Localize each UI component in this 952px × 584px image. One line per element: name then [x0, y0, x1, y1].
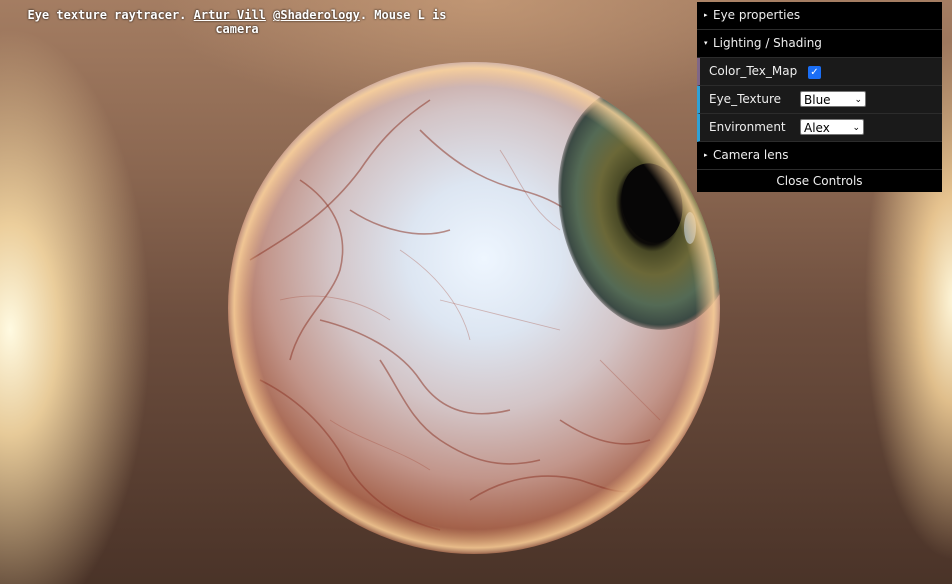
- eye-texture-select[interactable]: Blue ⌄: [800, 91, 866, 107]
- chevron-down-icon: ⌄: [854, 95, 862, 105]
- control-environment: Environment Alex ⌄: [697, 114, 942, 142]
- folder-lighting-shading-label: Lighting / Shading: [713, 36, 822, 50]
- twitter-link[interactable]: @Shaderology: [273, 8, 360, 22]
- chevron-down-icon: ⌄: [852, 123, 860, 133]
- color-tex-map-label: Color_Tex_Map: [709, 64, 798, 78]
- eye-texture-label: Eye_Texture: [709, 92, 781, 106]
- control-color-tex-map: Color_Tex_Map ✓: [697, 58, 942, 86]
- eye-texture-value: Blue: [804, 93, 831, 107]
- caption-text: Eye texture raytracer. Artur Vill @Shade…: [4, 8, 470, 36]
- environment-select[interactable]: Alex ⌄: [800, 119, 864, 135]
- collapsed-triangle-icon: ▸: [704, 11, 708, 19]
- expanded-triangle-icon: ▾: [704, 39, 708, 47]
- close-controls-button[interactable]: Close Controls: [697, 170, 942, 192]
- folder-camera-lens[interactable]: ▸ Camera lens: [697, 142, 942, 170]
- folder-lighting-shading[interactable]: ▾ Lighting / Shading: [697, 30, 942, 58]
- color-tex-map-checkbox[interactable]: ✓: [808, 66, 821, 79]
- author-link[interactable]: Artur Vill: [194, 8, 266, 22]
- caption-prefix: Eye texture raytracer.: [27, 8, 194, 22]
- environment-value: Alex: [804, 121, 830, 135]
- collapsed-triangle-icon: ▸: [704, 151, 708, 159]
- control-eye-texture: Eye_Texture Blue ⌄: [697, 86, 942, 114]
- folder-eye-properties[interactable]: ▸ Eye properties: [697, 2, 942, 30]
- folder-eye-properties-label: Eye properties: [713, 8, 801, 22]
- folder-camera-lens-label: Camera lens: [713, 148, 789, 162]
- checkmark-icon: ✓: [810, 67, 819, 78]
- environment-label: Environment: [709, 120, 786, 134]
- controls-panel: ▸ Eye properties ▾ Lighting / Shading Co…: [697, 2, 942, 192]
